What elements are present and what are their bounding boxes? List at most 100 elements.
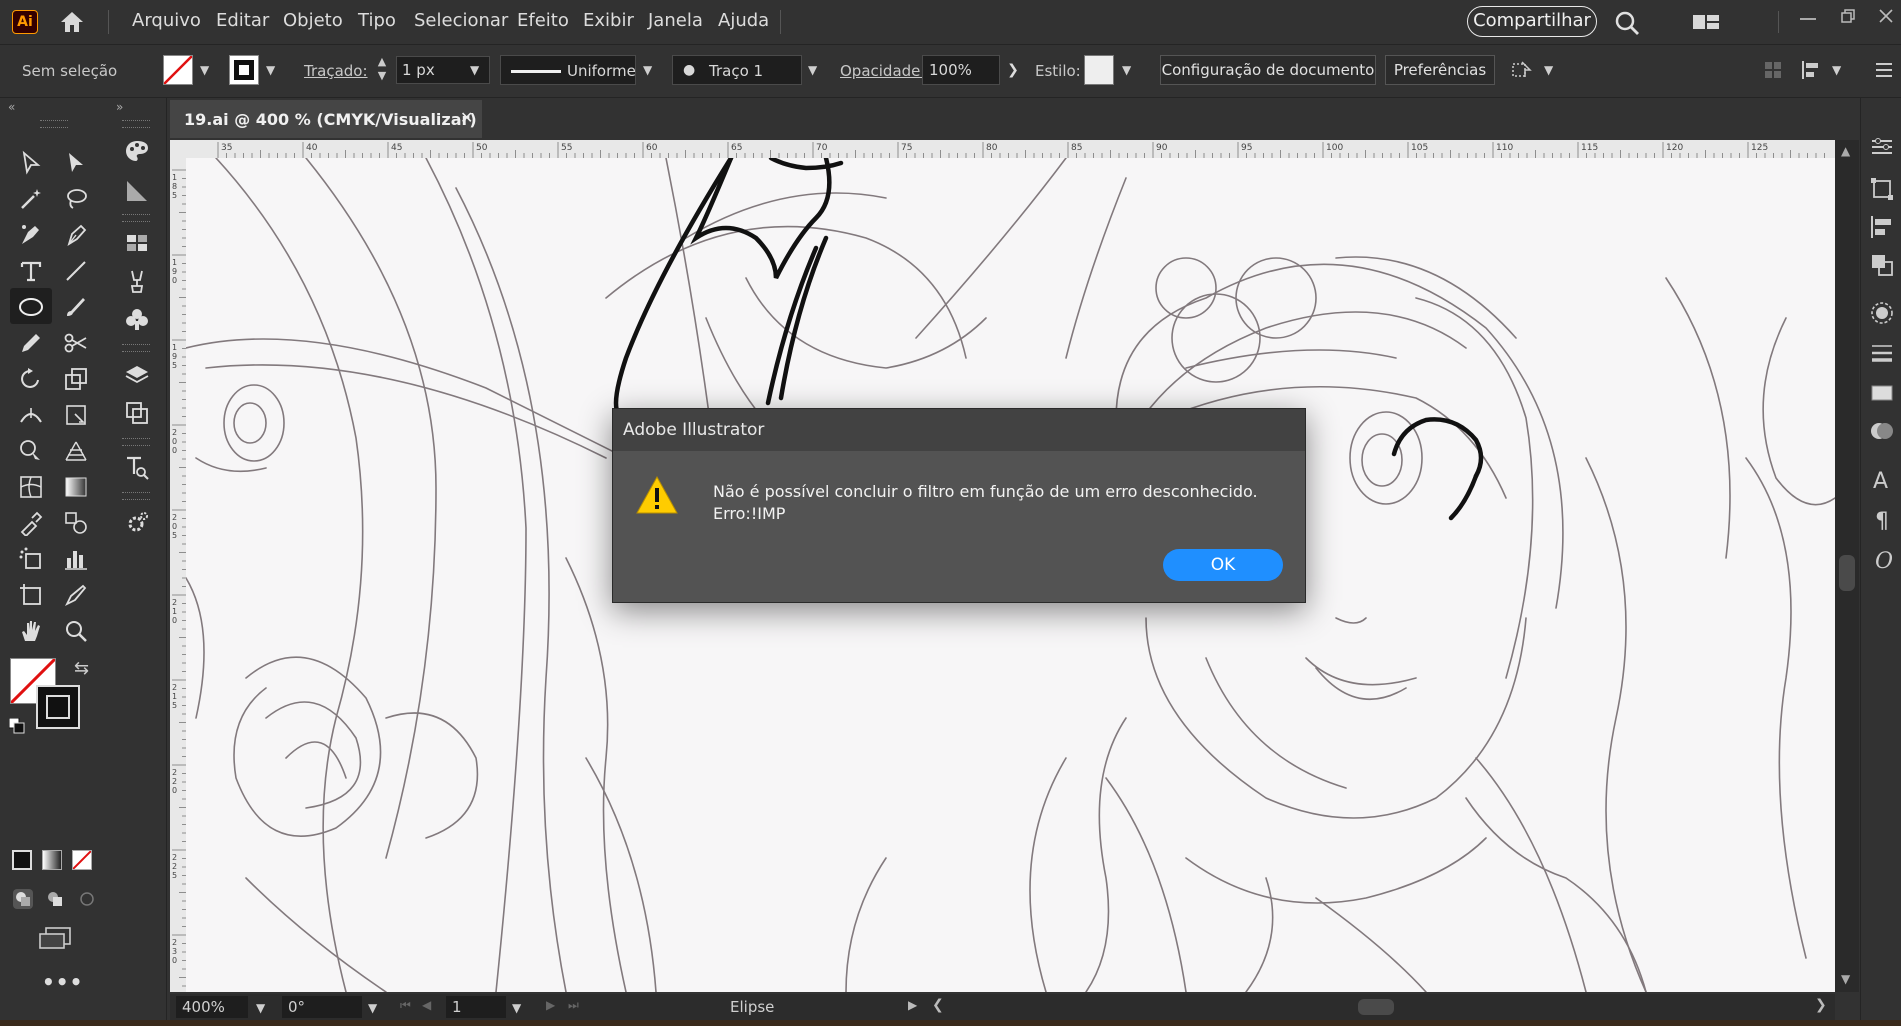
- properties-icon[interactable]: [1867, 132, 1897, 162]
- appearance-icon[interactable]: [1867, 298, 1897, 328]
- ellipse-tool-icon[interactable]: [16, 292, 46, 322]
- status-menu-arrow-icon[interactable]: ▶: [908, 998, 917, 1012]
- gradient-panel-right-icon[interactable]: [1867, 378, 1897, 408]
- direct-selection-tool-icon[interactable]: [61, 148, 91, 178]
- curvature-tool-icon[interactable]: [16, 220, 46, 250]
- menu-selecionar[interactable]: Selecionar: [414, 10, 508, 31]
- brush-definition[interactable]: ● Traço 1: [672, 55, 802, 85]
- vertical-ruler[interactable]: 185190195200205210215220225230235: [170, 158, 187, 992]
- last-artboard-icon[interactable]: ⏭: [568, 998, 579, 1013]
- slice-tool-icon[interactable]: [61, 580, 91, 610]
- width-tool-icon[interactable]: [16, 400, 46, 430]
- lasso-tool-icon[interactable]: [61, 184, 91, 214]
- menu-arquivo[interactable]: Arquivo: [132, 10, 201, 31]
- stroke-panel-icon[interactable]: [1867, 338, 1897, 368]
- rotate-tool-icon[interactable]: [16, 364, 46, 394]
- eyedropper-tool-icon[interactable]: [16, 508, 46, 538]
- menu-tipo[interactable]: Tipo: [358, 10, 396, 31]
- brush-chevron-icon[interactable]: ▼: [808, 63, 817, 77]
- pencil-tool-icon[interactable]: [16, 328, 46, 358]
- align-chevron-icon[interactable]: ▼: [1832, 63, 1841, 77]
- edit-toolbar-icon[interactable]: •••: [42, 970, 83, 994]
- selection-tool-icon[interactable]: [16, 148, 46, 178]
- draw-normal-icon[interactable]: [12, 888, 34, 910]
- scroll-right-icon[interactable]: ❯: [1815, 997, 1827, 1013]
- stroke-label[interactable]: Traçado:: [304, 62, 368, 80]
- default-colors-icon[interactable]: [8, 717, 25, 734]
- perspective-grid-tool-icon[interactable]: [61, 436, 91, 466]
- hand-tool-icon[interactable]: [16, 616, 46, 646]
- document-tab[interactable]: 19.ai @ 400 % (CMYK/Visualizar) ✕: [170, 100, 482, 138]
- artboard-canvas[interactable]: Adobe Illustrator Não é possível conclui…: [186, 158, 1835, 992]
- blend-tool-icon[interactable]: [61, 508, 91, 538]
- first-artboard-icon[interactable]: ⏮: [400, 998, 411, 1013]
- layers-icon[interactable]: [122, 360, 152, 390]
- artboard-chevron-icon[interactable]: ▼: [512, 1001, 521, 1015]
- scroll-down-icon[interactable]: ▼: [1841, 972, 1850, 986]
- stroke-weight-chevron-icon[interactable]: ▼: [470, 63, 479, 77]
- rotation-chevron-icon[interactable]: ▼: [368, 1001, 377, 1015]
- previous-artboard-icon[interactable]: ◀: [422, 998, 431, 1012]
- horizontal-ruler[interactable]: 35 40 45 50 55 60 65 70 75 80 85 90 95 100 105 110 115 12…: [170, 140, 1835, 159]
- gradient-mode-icon[interactable]: [42, 850, 62, 870]
- share-button[interactable]: Compartilhar: [1467, 6, 1597, 37]
- close-tab-icon[interactable]: ✕: [460, 108, 473, 127]
- artboard-tool-icon[interactable]: [16, 580, 46, 610]
- style-chevron-icon[interactable]: ▼: [1122, 63, 1131, 77]
- mesh-tool-icon[interactable]: [16, 472, 46, 502]
- panel-grip[interactable]: [122, 120, 150, 128]
- draw-behind-icon[interactable]: [44, 888, 66, 910]
- magic-wand-tool-icon[interactable]: [16, 184, 46, 214]
- column-graph-tool-icon[interactable]: [61, 544, 91, 574]
- workspace-switcher-icon[interactable]: [1692, 14, 1720, 30]
- color-guide-icon[interactable]: [122, 136, 152, 166]
- document-setup-button[interactable]: Configuração de documento: [1160, 55, 1376, 85]
- scale-tool-icon[interactable]: [61, 364, 91, 394]
- draw-inside-icon[interactable]: [76, 888, 98, 910]
- transform-icon[interactable]: [1867, 174, 1897, 204]
- rotation-input[interactable]: 0°: [282, 996, 362, 1018]
- menu-ajuda[interactable]: Ajuda: [718, 10, 769, 31]
- stroke-color-swatch[interactable]: [36, 685, 80, 729]
- none-mode-icon[interactable]: [72, 850, 92, 870]
- swatches-icon[interactable]: [122, 228, 152, 258]
- paintbrush-tool-icon[interactable]: [61, 292, 91, 322]
- menu-objeto[interactable]: Objeto: [283, 10, 343, 31]
- collapse-toolbar-icon[interactable]: «: [8, 100, 15, 114]
- opacity-arrow-icon[interactable]: ❯: [1002, 55, 1024, 85]
- shape-builder-tool-icon[interactable]: [16, 436, 46, 466]
- opacity-input[interactable]: 100%: [922, 55, 1000, 85]
- type-tool-icon[interactable]: [16, 256, 46, 286]
- ok-button[interactable]: OK: [1163, 549, 1283, 581]
- brushes-icon[interactable]: [122, 266, 152, 296]
- glyphs-icon[interactable]: [122, 452, 152, 482]
- restore-icon[interactable]: [1840, 8, 1856, 24]
- minimize-icon[interactable]: [1800, 18, 1816, 20]
- preferences-button[interactable]: Preferências: [1385, 55, 1495, 85]
- variable-width-profile[interactable]: Uniforme: [500, 55, 636, 85]
- vertical-scroll-thumb[interactable]: [1839, 555, 1855, 591]
- scroll-left-icon[interactable]: ❮: [932, 997, 944, 1013]
- swap-fill-stroke-icon[interactable]: ⇆: [74, 658, 89, 679]
- fill-swatch[interactable]: [163, 55, 193, 85]
- arrange-docs-icon[interactable]: [1764, 61, 1782, 79]
- symbols-icon[interactable]: [122, 304, 152, 334]
- menu-efeito[interactable]: Efeito: [517, 10, 569, 31]
- style-swatch[interactable]: [1084, 55, 1114, 85]
- menu-editar[interactable]: Editar: [216, 10, 269, 31]
- panel-grip[interactable]: [122, 492, 150, 500]
- gradient-panel-icon[interactable]: [122, 176, 152, 206]
- pen-tool-icon[interactable]: [61, 220, 91, 250]
- free-transform-tool-icon[interactable]: [61, 400, 91, 430]
- vertical-scrollbar[interactable]: ▲ ▼: [1835, 140, 1859, 992]
- panel-grip[interactable]: [122, 214, 150, 222]
- opacity-label[interactable]: Opacidade:: [840, 62, 925, 80]
- expand-panels-icon[interactable]: »: [116, 100, 123, 114]
- color-mode-icon[interactable]: [12, 850, 32, 870]
- gradient-tool-icon[interactable]: [61, 472, 91, 502]
- align-icon[interactable]: [1800, 60, 1822, 80]
- transparency-icon[interactable]: [1867, 416, 1897, 446]
- panel-menu-icon[interactable]: [1874, 60, 1894, 80]
- asset-export-icon[interactable]: [122, 508, 152, 538]
- fill-dropdown-chevron-icon[interactable]: ▼: [200, 63, 209, 77]
